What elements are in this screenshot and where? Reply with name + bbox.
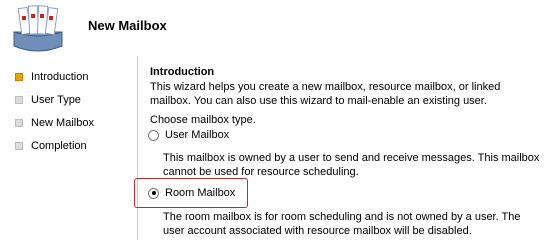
step-new-mailbox[interactable]: New Mailbox — [15, 116, 94, 130]
step-completion[interactable]: Completion — [15, 139, 87, 153]
step-introduction[interactable]: Introduction — [15, 70, 88, 84]
room-mailbox-option[interactable]: Room Mailbox — [148, 186, 235, 200]
step-user-type[interactable]: User Type — [15, 93, 81, 107]
user-mailbox-option[interactable]: User Mailbox — [148, 128, 229, 142]
room-mailbox-description: The room mailbox is for room scheduling … — [163, 211, 521, 237]
intro-text: This wizard helps you create a new mailb… — [150, 81, 501, 107]
step-label: Introduction — [31, 71, 89, 83]
mailbox-icon — [13, 5, 63, 52]
wizard-title: New Mailbox — [88, 18, 167, 33]
wizard-steps: Introduction User Type New Mailbox Compl… — [0, 56, 137, 240]
sidebar-divider — [137, 56, 138, 240]
step-label: User Type — [31, 94, 81, 106]
room-mailbox-radio[interactable] — [148, 187, 159, 199]
step-label: Completion — [31, 140, 87, 152]
wizard-header: New Mailbox — [0, 0, 550, 56]
user-mailbox-description: This mailbox is owned by a user to send … — [163, 152, 540, 178]
step-indicator — [15, 142, 23, 150]
step-indicator — [15, 119, 23, 127]
step-label: New Mailbox — [31, 117, 94, 129]
step-active-indicator — [15, 73, 23, 81]
section-title: Introduction — [150, 66, 215, 78]
step-indicator — [15, 96, 23, 104]
room-mailbox-label[interactable]: Room Mailbox — [165, 187, 235, 199]
choose-type-label: Choose mailbox type. — [150, 114, 256, 126]
user-mailbox-label[interactable]: User Mailbox — [165, 129, 229, 141]
user-mailbox-radio[interactable] — [148, 129, 159, 141]
